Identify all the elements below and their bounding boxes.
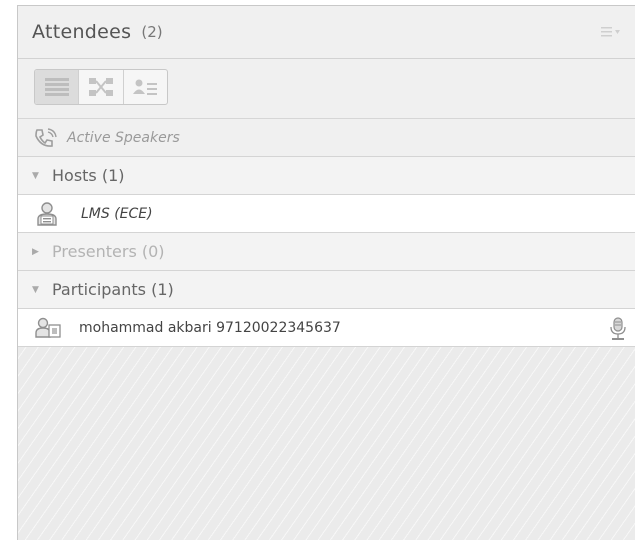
menu-icon[interactable] [601, 26, 621, 38]
hosts-group-label: Hosts (1) [52, 166, 125, 185]
microphone-icon[interactable] [609, 317, 627, 341]
active-speakers-row: Active Speakers [18, 119, 635, 157]
participants-group-header[interactable]: ▼ Participants (1) [18, 271, 635, 309]
breakout-view-button[interactable] [79, 70, 124, 104]
list-view-button[interactable] [35, 70, 80, 104]
status-view-button[interactable] [124, 70, 167, 104]
hosts-group-header[interactable]: ▼ Hosts (1) [18, 157, 635, 195]
presenters-group-label: Presenters (0) [52, 242, 165, 261]
participant-user-icon [35, 317, 61, 338]
panel-title: Attendees [32, 21, 132, 43]
participants-group-label: Participants (1) [52, 280, 174, 299]
expand-down-icon: ▼ [32, 170, 39, 181]
host-name: LMS (ECE) [81, 205, 153, 222]
expand-down-icon: ▼ [32, 284, 39, 295]
participant-row[interactable]: mohammad akbari 97120022345637 [18, 309, 635, 347]
expand-right-icon: ▶ [32, 246, 39, 257]
view-mode-buttons [34, 69, 168, 105]
status-view-icon [133, 79, 158, 95]
presenters-group-header[interactable]: ▶ Presenters (0) [18, 233, 635, 271]
list-view-icon [44, 78, 69, 96]
speaker-phone-icon [35, 127, 57, 147]
host-user-icon [37, 201, 57, 226]
view-toolbar [18, 59, 635, 119]
active-speakers-label: Active Speakers [67, 129, 180, 146]
host-row[interactable]: LMS (ECE) [18, 195, 635, 233]
breakout-view-icon [88, 78, 113, 96]
attendee-count: (2) [141, 23, 163, 41]
participant-name: mohammad akbari 97120022345637 [79, 319, 341, 336]
panel-header: Attendees (2) [18, 6, 635, 59]
attendees-panel: Attendees (2) Active Speakers ▼ Hosts (1… [17, 5, 635, 540]
